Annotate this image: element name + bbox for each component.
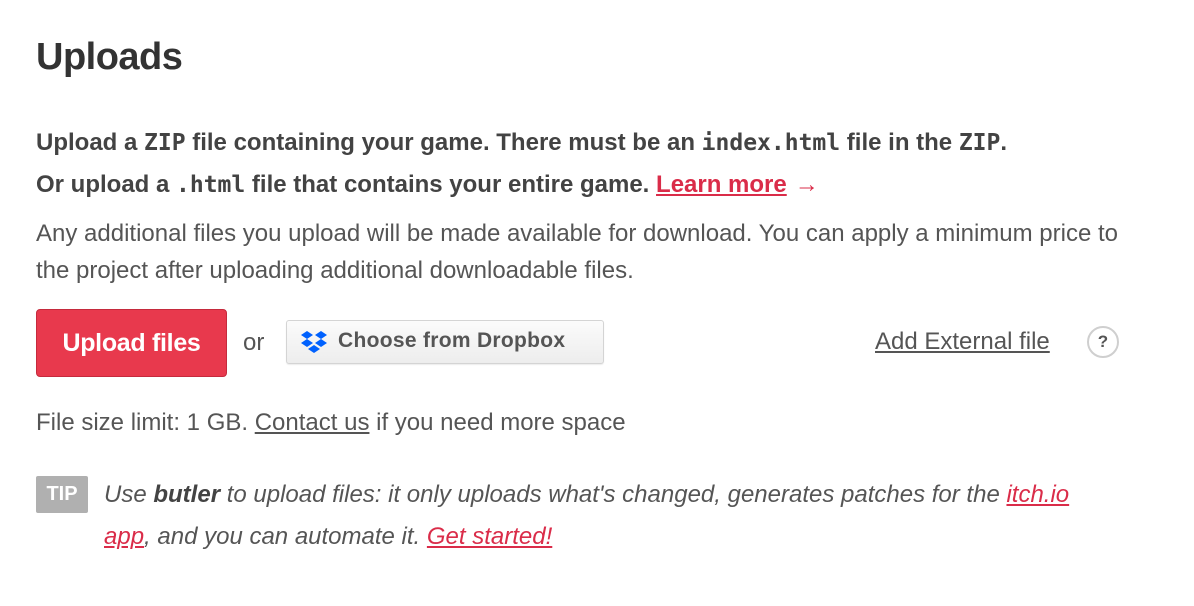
intro-text: file that contains your entire game. bbox=[245, 171, 657, 198]
zip-code-text: ZIP bbox=[958, 130, 1001, 156]
intro-text: file in the bbox=[840, 129, 959, 156]
intro-text: Upload a bbox=[36, 129, 145, 156]
upload-instructions: Upload a ZIP file containing your game. … bbox=[36, 122, 1136, 206]
intro-text: file containing your game. There must be… bbox=[185, 129, 702, 156]
additional-files-description: Any additional files you upload will be … bbox=[36, 220, 1118, 284]
butler-text: butler bbox=[153, 481, 221, 508]
arrow-right-icon: → bbox=[794, 171, 819, 198]
get-started-link[interactable]: Get started! bbox=[427, 523, 552, 550]
file-size-limit: File size limit: 1 GB. Contact us if you… bbox=[36, 409, 626, 437]
help-icon[interactable]: ? bbox=[1087, 326, 1119, 358]
page-title: Uploads bbox=[36, 36, 183, 78]
tip-text: , and you can automate it. bbox=[144, 523, 427, 550]
html-code-text: .html bbox=[176, 172, 246, 198]
contact-us-link[interactable]: Contact us bbox=[255, 409, 370, 436]
intro-text: . bbox=[1000, 129, 1008, 156]
or-separator: or bbox=[243, 329, 265, 356]
tip-text: Use bbox=[104, 481, 154, 508]
size-limit-text: if you need more space bbox=[369, 409, 626, 436]
choose-from-dropbox-button[interactable]: Choose from Dropbox bbox=[286, 320, 604, 364]
tip-text: to upload files: it only uploads what's … bbox=[220, 481, 1007, 508]
zip-code-text: ZIP bbox=[144, 130, 186, 156]
index-html-code-text: index.html bbox=[701, 130, 841, 156]
size-limit-text: File size limit: 1 GB. bbox=[36, 409, 255, 436]
learn-more-link[interactable]: Learn more bbox=[656, 171, 787, 198]
upload-actions: Upload files or Choose from Dropbox Add … bbox=[36, 309, 1126, 379]
butler-tip: Use butler to upload files: it only uplo… bbox=[104, 474, 1104, 558]
tip-badge: TIP bbox=[36, 476, 88, 513]
intro-text: Or upload a bbox=[36, 171, 177, 198]
upload-files-button[interactable]: Upload files bbox=[36, 309, 227, 377]
dropbox-icon bbox=[301, 331, 327, 353]
add-external-file-link[interactable]: Add External file bbox=[875, 328, 1050, 356]
dropbox-button-label: Choose from Dropbox bbox=[338, 329, 566, 352]
